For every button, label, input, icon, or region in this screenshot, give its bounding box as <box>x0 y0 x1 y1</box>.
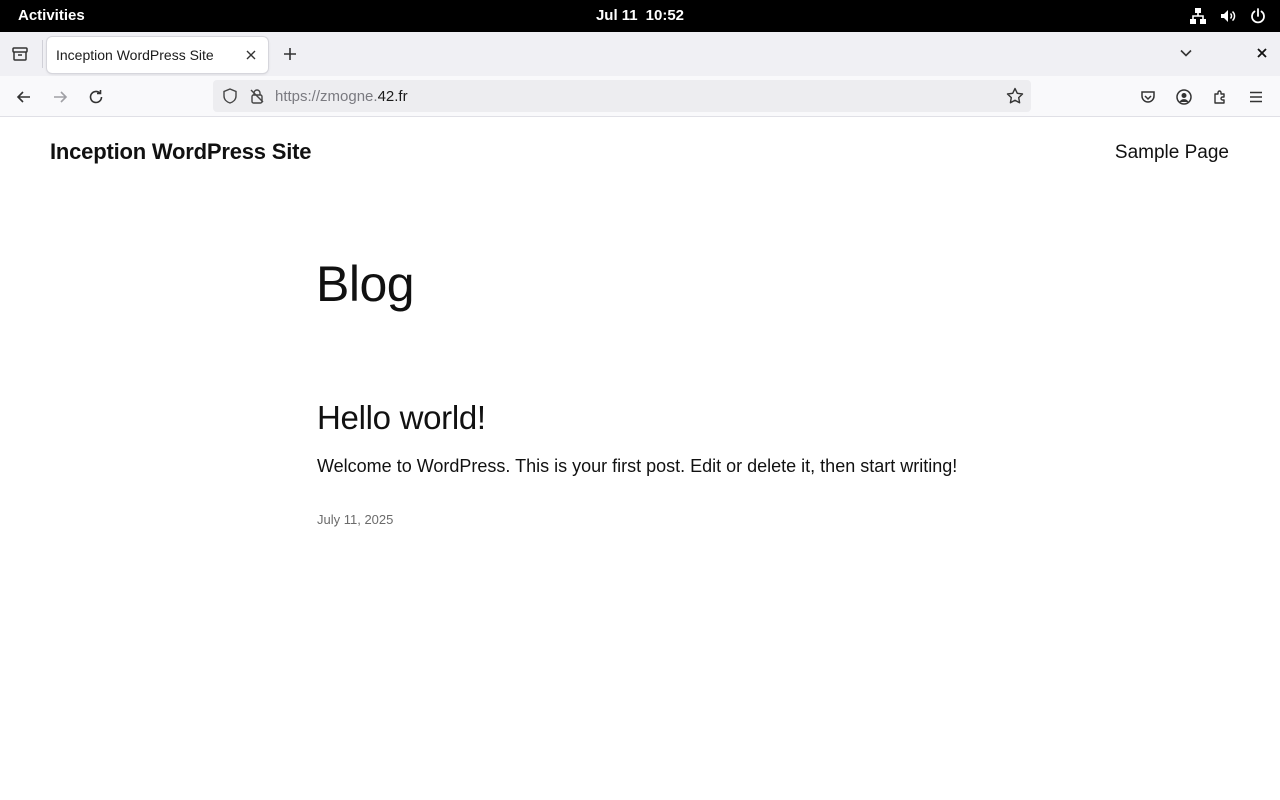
post-date-link[interactable]: July 11, 2025 <box>317 512 393 527</box>
navigation-bar: https://zmogne.42.fr <box>0 76 1280 117</box>
nav-link-sample-page[interactable]: Sample Page <box>1115 142 1229 164</box>
tab-separator <box>42 40 43 68</box>
back-arrow-icon[interactable] <box>12 85 36 109</box>
hamburger-menu-icon[interactable] <box>1244 85 1268 109</box>
power-icon[interactable] <box>1248 6 1268 26</box>
account-icon[interactable] <box>1172 85 1196 109</box>
lock-icon[interactable] <box>248 87 266 105</box>
system-top-bar: Activities Jul 11 10:52 <box>0 0 1280 32</box>
reload-icon[interactable] <box>84 85 108 109</box>
extensions-icon[interactable] <box>1208 85 1232 109</box>
tab-strip: Inception WordPress Site <box>0 32 1280 76</box>
url-domain: 42.fr <box>377 88 408 105</box>
post-excerpt: Welcome to WordPress. This is your first… <box>317 456 958 476</box>
bookmark-star-icon[interactable] <box>1005 86 1025 106</box>
url-text[interactable]: https://zmogne.42.fr <box>275 88 408 105</box>
new-tab-icon[interactable] <box>278 42 302 66</box>
clock-time: 10:52 <box>645 7 685 24</box>
forward-arrow-icon[interactable] <box>48 85 72 109</box>
clock-date: Jul 11 <box>595 7 638 24</box>
network-icon[interactable] <box>1188 6 1208 26</box>
pocket-icon[interactable] <box>1136 85 1160 109</box>
url-prefix: https://zmogne. <box>275 88 378 105</box>
shield-icon[interactable] <box>221 87 239 105</box>
site-title[interactable]: Inception WordPress Site <box>50 139 311 165</box>
volume-icon[interactable] <box>1218 6 1238 26</box>
tab-active[interactable]: Inception WordPress Site <box>47 37 268 73</box>
system-tray[interactable] <box>1188 6 1268 26</box>
firefox-view-icon[interactable] <box>8 42 32 66</box>
page-heading: Blog <box>316 256 415 312</box>
clock[interactable]: Jul 11 10:52 <box>0 7 1280 24</box>
post-title-link[interactable]: Hello world! <box>317 399 486 437</box>
close-window-icon[interactable] <box>1252 43 1272 63</box>
chevron-down-icon[interactable] <box>1175 42 1197 64</box>
address-bar[interactable]: https://zmogne.42.fr <box>213 80 1031 112</box>
tab-title: Inception WordPress Site <box>56 47 214 63</box>
close-tab-icon[interactable] <box>242 46 260 64</box>
